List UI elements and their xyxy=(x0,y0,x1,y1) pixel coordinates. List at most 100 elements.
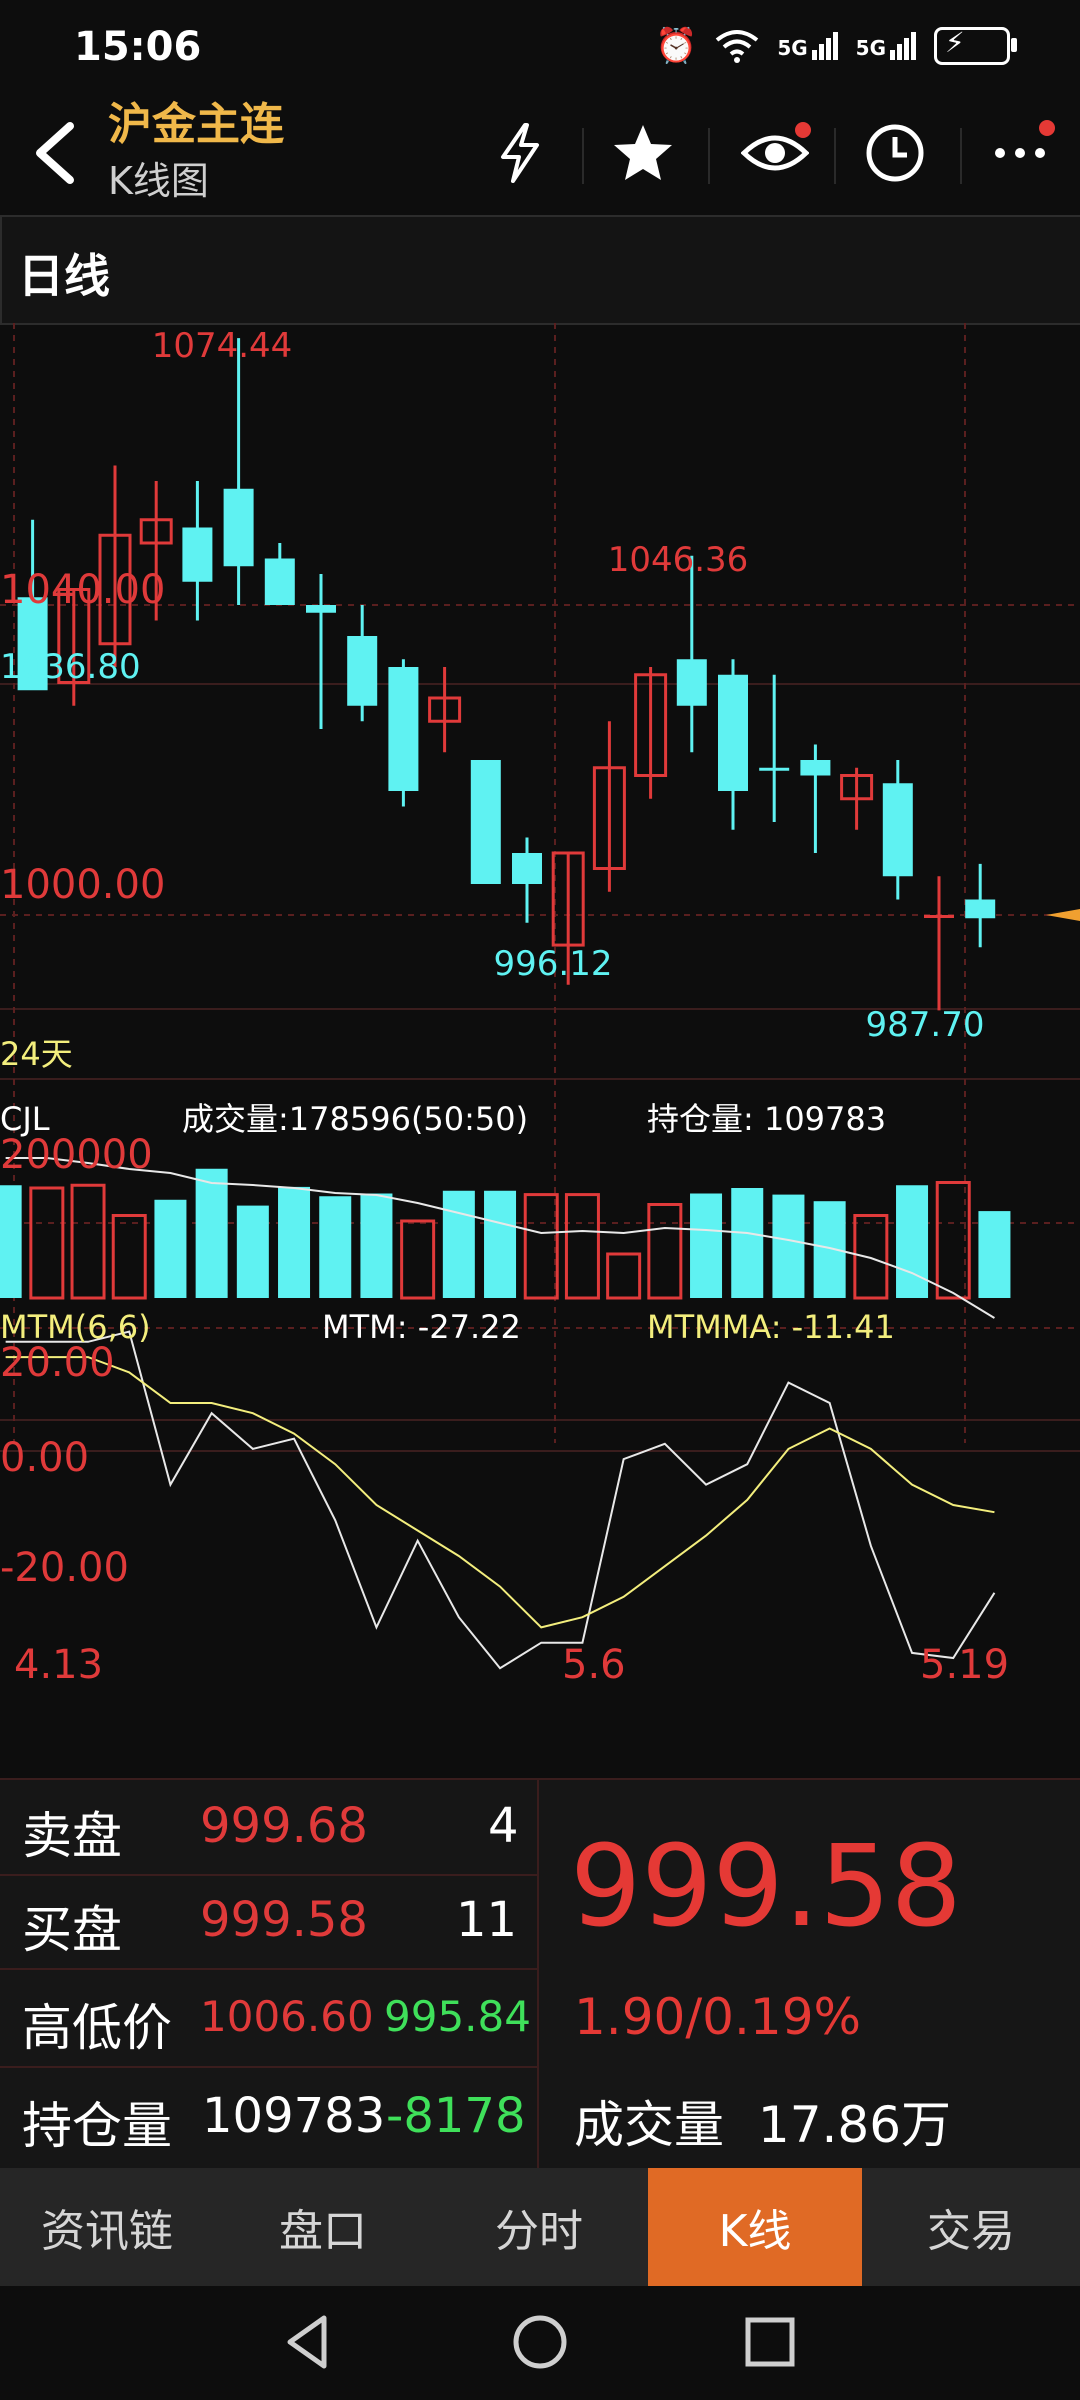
tab-order-book[interactable]: 盘口 xyxy=(216,2168,430,2286)
nav-home-icon[interactable] xyxy=(510,2312,570,2372)
price-axis-label: 1000.00 xyxy=(0,862,165,908)
candle-body xyxy=(759,767,790,771)
open-interest-change: -8178 xyxy=(386,2088,526,2144)
status-icons: ⏰ 5G 5G ⚡ xyxy=(654,26,1017,66)
back-icon[interactable] xyxy=(22,118,92,188)
open-interest-value: 109783 xyxy=(202,2088,386,2144)
volume-value: 17.86万 xyxy=(757,2096,952,2154)
divider xyxy=(0,2066,537,2068)
kline-chart[interactable]: 1040.00 1000.00 1036.80 1074.44 1046.36 996.1… xyxy=(0,323,1080,1723)
eye-icon[interactable] xyxy=(735,118,815,188)
volume-bar xyxy=(813,1201,846,1298)
page-subtitle: K线图 xyxy=(108,159,209,203)
high-annotation: 1046.36 xyxy=(608,540,749,580)
volume-bar xyxy=(853,1214,889,1300)
sell-price: 999.68 xyxy=(200,1798,368,1854)
volume-bar xyxy=(29,1186,65,1300)
candle-body xyxy=(512,853,542,884)
mtm-axis-label: 0.00 xyxy=(0,1435,89,1481)
chart-labels: 1040.00 1000.00 1036.80 1074.44 1046.36 996.1… xyxy=(0,326,1009,1688)
candle-body xyxy=(388,667,419,791)
alarm-icon: ⏰ xyxy=(654,26,698,66)
low-annotation: 987.70 xyxy=(866,1005,985,1045)
volume-bar xyxy=(523,1193,559,1300)
candle-body xyxy=(882,783,913,877)
hilo-label: 高低价 xyxy=(22,1999,172,2057)
buy-qty: 11 xyxy=(456,1892,518,1948)
star-icon[interactable] xyxy=(608,118,678,188)
candle-body xyxy=(306,605,336,613)
volume-bar xyxy=(564,1193,600,1300)
mtm-axis-label: -20.00 xyxy=(0,1545,129,1591)
last-price-marker xyxy=(1046,909,1080,921)
tab-kline[interactable]: K线 xyxy=(648,2168,862,2286)
candle-body xyxy=(264,558,295,605)
candle-body xyxy=(965,899,996,919)
volume-axis-label: 200000 xyxy=(0,1132,153,1178)
header-divider xyxy=(708,128,710,184)
volume-bar xyxy=(978,1211,1011,1298)
header-divider xyxy=(582,128,584,184)
mtmma-value-label: MTMMA: -11.41 xyxy=(647,1308,895,1346)
clock-icon[interactable] xyxy=(860,118,930,188)
volume-bar xyxy=(278,1186,311,1298)
volume-bar xyxy=(236,1205,269,1298)
volume-bar xyxy=(360,1193,393,1298)
volume-series xyxy=(0,1157,1011,1319)
period-selector[interactable] xyxy=(0,215,1080,325)
mtmma-line xyxy=(5,1356,995,1629)
mtm-value-label: MTM: -27.22 xyxy=(322,1308,521,1346)
mtm-series xyxy=(5,1330,996,1670)
candle-body xyxy=(800,760,831,776)
price-change: 1.90/0.19% xyxy=(574,1988,862,2046)
candle-body xyxy=(182,527,213,582)
divider xyxy=(0,1874,537,1876)
volume-bar xyxy=(319,1196,352,1298)
volume-bar xyxy=(154,1199,187,1298)
tab-intraday[interactable]: 分时 xyxy=(432,2168,646,2286)
mtm-line xyxy=(5,1330,996,1670)
volume-label: 成交量:178596(50:50) xyxy=(182,1100,528,1138)
signal-5g-icon: 5G xyxy=(856,32,916,60)
candle-body xyxy=(718,674,748,791)
volume-bar xyxy=(484,1190,517,1298)
candlestick-series xyxy=(17,338,996,1011)
status-time: 15:06 xyxy=(74,24,202,70)
notification-dot xyxy=(1039,120,1055,136)
volume-bar xyxy=(690,1193,723,1298)
volume-summary: 成交量 17.86万 xyxy=(574,2085,951,2157)
volume-bar xyxy=(896,1185,929,1298)
buy-price: 999.58 xyxy=(200,1892,368,1948)
divider xyxy=(0,1778,1080,1780)
volume-bar xyxy=(111,1214,147,1300)
open-interest-label: 持仓量 xyxy=(22,2097,172,2155)
lightning-icon[interactable] xyxy=(485,118,555,188)
date-axis-label: 5.19 xyxy=(920,1642,1009,1688)
mtm-axis-label: 20.00 xyxy=(0,1340,115,1386)
low-price: 995.84 xyxy=(384,1992,531,2041)
nav-back-icon[interactable] xyxy=(280,2312,340,2372)
period-label[interactable]: 日线 xyxy=(18,240,110,306)
wifi-icon xyxy=(716,30,759,63)
tab-trade[interactable]: 交易 xyxy=(864,2168,1078,2286)
volume-label: 成交量 xyxy=(574,2096,724,2154)
last-price: 999.58 xyxy=(570,1822,962,1952)
volume-bar xyxy=(731,1188,764,1298)
high-price: 1006.60 xyxy=(200,1992,374,2041)
left-value-label: 1036.80 xyxy=(0,647,141,687)
more-icon[interactable] xyxy=(985,118,1055,188)
header-divider xyxy=(834,128,836,184)
volume-bar xyxy=(647,1203,683,1300)
page-title: 沪金主连 xyxy=(108,99,284,150)
sell-label: 卖盘 xyxy=(22,1807,122,1865)
nav-recents-icon[interactable] xyxy=(740,2312,800,2372)
candle-body xyxy=(347,636,378,706)
volume-bar xyxy=(400,1219,436,1300)
divider xyxy=(537,1778,539,2168)
battery-charging-icon: ⚡ xyxy=(934,26,1017,65)
low-annotation: 996.12 xyxy=(494,944,613,984)
tab-news-chain[interactable]: 资讯链 xyxy=(0,2168,214,2286)
volume-bar xyxy=(70,1183,106,1300)
signal-5g-icon: 5G xyxy=(777,32,838,60)
volume-bar xyxy=(195,1168,228,1298)
